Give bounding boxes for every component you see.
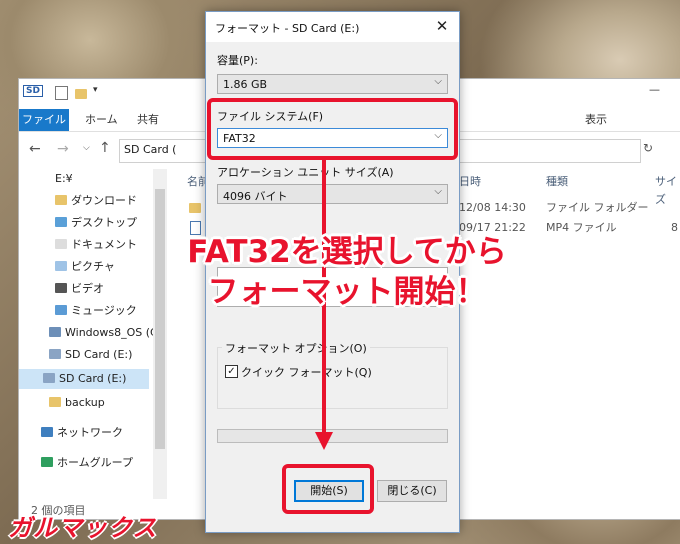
tab-file[interactable]: ファイル [19, 109, 69, 131]
dialog-titlebar: フォーマット - SD Card (E:) ✕ [206, 12, 459, 42]
music-icon [55, 305, 67, 315]
properties-icon[interactable] [55, 86, 68, 100]
column-header-type[interactable]: 種類 [546, 173, 568, 191]
chevron-down-icon: ⌵ [434, 76, 442, 87]
file-date: 12/08 14:30 [459, 201, 526, 214]
sd-card-icon: SD [23, 85, 43, 97]
allocation-select[interactable]: 4096 バイト ⌵ [217, 184, 448, 204]
allocation-value: 4096 バイト [223, 190, 288, 203]
tab-share[interactable]: 共有 [137, 109, 159, 131]
nav-item-downloads[interactable]: ダウンロード [55, 191, 137, 211]
back-arrow-icon[interactable]: ← [29, 141, 41, 157]
sd-card-icon [43, 373, 55, 383]
nav-item-music[interactable]: ミュージック [55, 301, 137, 321]
annotation-line-2: フォーマット開始！ [207, 274, 487, 310]
nav-scroll-thumb[interactable] [155, 189, 165, 449]
file-type: ファイル フォルダー [546, 201, 649, 214]
sd-card-icon [49, 349, 61, 359]
filesystem-highlight-box [207, 98, 458, 160]
quick-format-label[interactable]: クイック フォーマット(Q) [241, 364, 372, 380]
folder-icon [49, 397, 61, 407]
tab-view[interactable]: 表示 [585, 109, 607, 131]
desktop-icon [55, 217, 67, 227]
nav-item-backup[interactable]: backup [49, 393, 105, 413]
navigation-pane: E:¥ ダウンロード デスクトップ ドキュメント ピクチャ ビデオ ミュージック… [19, 169, 158, 519]
nav-item-e-drive[interactable]: E:¥ [55, 169, 73, 189]
nav-item-videos[interactable]: ビデオ [55, 279, 104, 299]
nav-item-pictures[interactable]: ピクチャ [55, 257, 115, 277]
start-button-highlight-box [282, 464, 374, 514]
nav-label: Windows8_OS (C [65, 326, 158, 339]
network-icon [41, 427, 53, 437]
pictures-icon [55, 261, 67, 271]
up-arrow-icon[interactable]: ↑ [99, 140, 111, 156]
nav-item-windows-drive[interactable]: Windows8_OS (C [49, 323, 158, 343]
nav-label: ピクチャ [71, 260, 115, 273]
nav-item-network[interactable]: ネットワーク [41, 423, 123, 443]
address-text: SD Card ( [124, 143, 177, 156]
downloads-icon [55, 195, 67, 205]
nav-label: デスクトップ [71, 216, 137, 229]
close-icon[interactable]: ✕ [432, 16, 452, 36]
documents-icon [55, 239, 67, 249]
quick-format-checkbox[interactable]: ✓ [225, 365, 238, 378]
minimize-icon[interactable]: — [649, 83, 660, 96]
chevron-down-icon: ⌵ [434, 186, 442, 197]
drive-icon [49, 327, 61, 337]
dialog-title: フォーマット - SD Card (E:) [215, 22, 360, 35]
new-folder-icon[interactable] [75, 89, 87, 99]
nav-label: ネットワーク [57, 426, 123, 439]
folder-icon [189, 203, 201, 213]
nav-label: ダウンロード [71, 194, 137, 207]
file-size: 8 [671, 221, 678, 234]
allocation-label: アロケーション ユニット サイズ(A) [217, 166, 394, 179]
nav-label: ビデオ [71, 282, 104, 295]
nav-label: ドキュメント [71, 238, 137, 251]
nav-label: E:¥ [55, 172, 73, 185]
nav-item-homegroup[interactable]: ホームグループ [41, 453, 133, 473]
file-type: MP4 ファイル [546, 221, 617, 234]
nav-label: SD Card (E:) [59, 372, 127, 385]
nav-item-desktop[interactable]: デスクトップ [55, 213, 137, 233]
videos-icon [55, 283, 67, 293]
capacity-value: 1.86 GB [223, 78, 268, 91]
annotation-arrow-head-icon [315, 432, 333, 450]
nav-label: ミュージック [71, 304, 137, 317]
refresh-icon[interactable]: ↻ [643, 141, 653, 155]
nav-label: ホームグループ [57, 456, 134, 469]
nav-label: backup [65, 396, 105, 409]
quick-access-dropdown-icon[interactable]: ▾ [93, 85, 98, 95]
capacity-label: 容量(P): [217, 54, 258, 67]
column-header-date[interactable]: 日時 [459, 173, 481, 191]
format-options-title: フォーマット オプション(O) [222, 340, 370, 356]
nav-item-documents[interactable]: ドキュメント [55, 235, 137, 255]
nav-item-sd-card-selected[interactable]: SD Card (E:) [19, 369, 149, 389]
homegroup-icon [41, 457, 53, 467]
capacity-select[interactable]: 1.86 GB ⌵ [217, 74, 448, 94]
forward-arrow-icon[interactable]: → [57, 141, 69, 157]
close-button[interactable]: 閉じる(C) [377, 480, 447, 502]
site-logo: ガルマックス [8, 514, 158, 542]
annotation-line-1: FAT32を選択してから [187, 234, 507, 270]
column-header-size[interactable]: サイズ [655, 173, 680, 206]
nav-item-sd-card[interactable]: SD Card (E:) [49, 345, 132, 365]
nav-label: SD Card (E:) [65, 348, 133, 361]
recent-locations-icon[interactable]: ⌵ [83, 143, 90, 153]
tab-home[interactable]: ホーム [85, 109, 118, 131]
